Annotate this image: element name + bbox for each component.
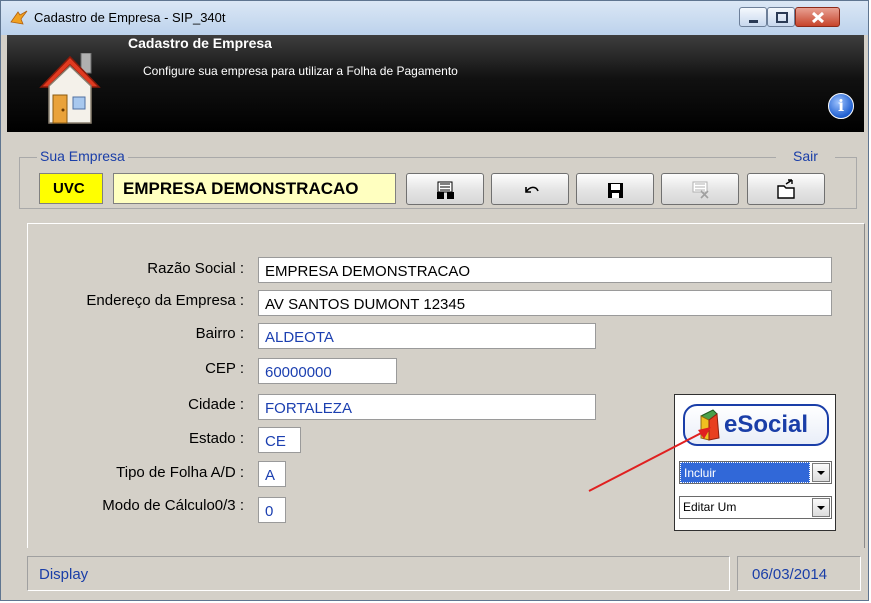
field-label-cidade: Cidade : bbox=[188, 396, 244, 413]
field-label-razao-social: Razão Social : bbox=[147, 260, 244, 277]
search-button[interactable] bbox=[406, 173, 484, 205]
esocial-logo-text: eSocial bbox=[724, 411, 809, 438]
field-label-estado: Estado : bbox=[188, 430, 244, 447]
esocial-mode-select[interactable]: Editar Um bbox=[679, 496, 832, 519]
field-label-modo-calculo: Modo de Cálculo0/3 : bbox=[102, 497, 244, 514]
status-mode: Display bbox=[27, 556, 730, 591]
company-name[interactable]: EMPRESA DEMONSTRACAO bbox=[113, 173, 396, 204]
save-icon bbox=[608, 183, 623, 198]
field-label-endereco: Endereço da Empresa : bbox=[86, 292, 244, 309]
save-button[interactable] bbox=[576, 173, 654, 205]
app-icon bbox=[10, 10, 28, 31]
razao-social-field[interactable]: EMPRESA DEMONSTRACAO bbox=[258, 257, 832, 283]
endereco-field[interactable]: AV SANTOS DUMONT 12345 bbox=[258, 290, 832, 316]
delete-icon bbox=[692, 181, 709, 199]
modo-calculo-field[interactable]: 0 bbox=[258, 497, 286, 523]
company-group-label: Sua Empresa bbox=[37, 148, 128, 164]
esocial-mode-value: Editar Um bbox=[680, 497, 810, 518]
bairro-field[interactable]: ALDEOTA bbox=[258, 323, 596, 349]
chevron-down-icon[interactable] bbox=[812, 463, 830, 482]
status-date: 06/03/2014 bbox=[737, 556, 861, 591]
exit-label: Sair bbox=[776, 148, 835, 164]
red-arrow-annotation bbox=[588, 427, 711, 492]
window-title: Cadastro de Empresa - SIP_340t bbox=[34, 10, 226, 25]
company-code[interactable]: UVC bbox=[39, 173, 103, 204]
field-label-tipo-folha: Tipo de Folha A/D : bbox=[116, 464, 244, 481]
cep-field[interactable]: 60000000 bbox=[258, 358, 397, 384]
title-bar: Cadastro de Empresa - SIP_340t bbox=[1, 1, 868, 35]
undo-button[interactable] bbox=[491, 173, 569, 205]
app-window: Cadastro de Empresa - SIP_340t Cadastro … bbox=[0, 0, 869, 601]
field-label-bairro: Bairro : bbox=[195, 325, 244, 342]
info-icon[interactable]: i bbox=[828, 93, 854, 119]
tipo-folha-field[interactable]: A bbox=[258, 461, 286, 487]
minimize-button[interactable] bbox=[739, 7, 767, 27]
close-button[interactable] bbox=[795, 7, 840, 27]
maximize-button[interactable] bbox=[767, 7, 795, 27]
page-subtitle: Configure sua empresa para utilizar a Fo… bbox=[143, 64, 458, 78]
undo-icon bbox=[525, 186, 539, 193]
home-icon bbox=[39, 52, 101, 130]
search-icon bbox=[437, 181, 454, 199]
delete-button[interactable] bbox=[661, 173, 739, 205]
estado-field[interactable]: CE bbox=[258, 427, 301, 453]
page-title: Cadastro de Empresa bbox=[128, 35, 272, 51]
exit-folder-icon bbox=[777, 179, 795, 199]
exit-button[interactable] bbox=[747, 173, 825, 205]
cidade-field[interactable]: FORTALEZA bbox=[258, 394, 596, 420]
chevron-down-icon[interactable] bbox=[812, 498, 830, 517]
field-label-cep: CEP : bbox=[205, 360, 244, 377]
